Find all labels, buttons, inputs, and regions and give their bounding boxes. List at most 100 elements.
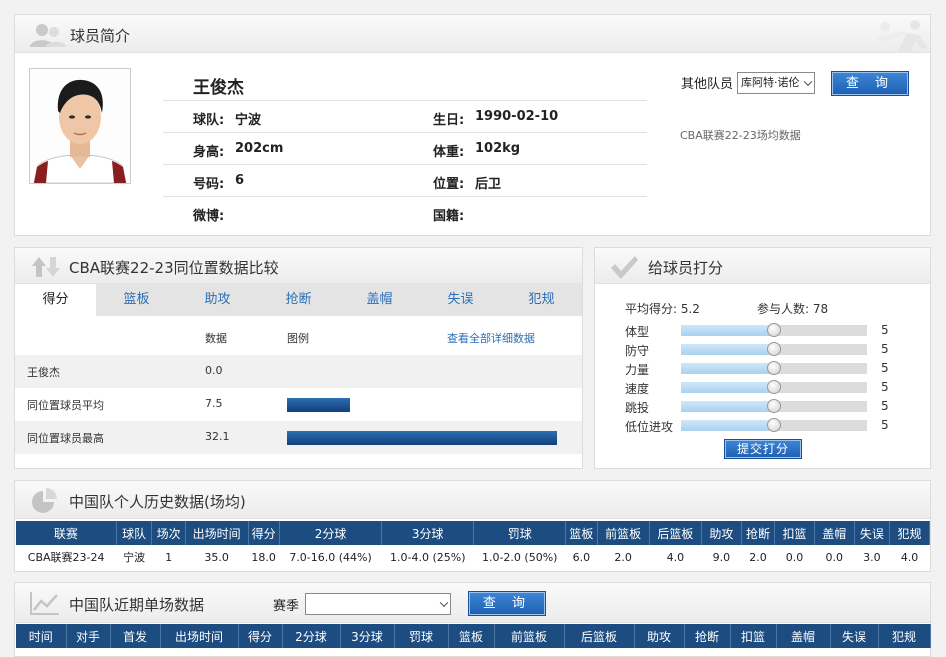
- position-value: 后卫: [475, 177, 502, 192]
- rating-label: 防守: [625, 344, 650, 358]
- slider-handle[interactable]: [767, 418, 781, 432]
- slider-handle[interactable]: [767, 399, 781, 413]
- recent-query-button[interactable]: 查 询: [468, 591, 546, 616]
- rating-label: 跳投: [625, 401, 650, 415]
- table-cell: 4.0: [900, 550, 919, 564]
- info-row: 球队: 宁波 生日: 1990-02-10: [163, 101, 647, 133]
- recent-col-header: 犯规: [878, 624, 931, 648]
- recent-col-header: 盖帽: [776, 624, 831, 648]
- history-col-header: 抢断: [741, 521, 776, 545]
- tab-fouls[interactable]: 犯规: [501, 284, 582, 316]
- table-cell: 7.0-16.0 (44%): [289, 550, 372, 564]
- recent-col-header: 首发: [110, 624, 161, 648]
- rating-row: 速度 5: [625, 378, 915, 396]
- tab-steals[interactable]: 抢断: [258, 284, 339, 316]
- compare-bar: [287, 431, 557, 445]
- rating-row: 力量 5: [625, 359, 915, 377]
- table-cell: 1: [165, 550, 173, 564]
- weibo-label: 微博:: [193, 209, 225, 224]
- rating-value: 5: [881, 342, 889, 356]
- other-players-label: 其他队员: [681, 77, 734, 92]
- user-group-icon: [30, 24, 66, 47]
- team-value: 宁波: [235, 113, 262, 128]
- tab-points[interactable]: 得分: [15, 284, 96, 316]
- player-name: 王俊杰: [193, 78, 244, 98]
- slider-handle[interactable]: [767, 361, 781, 375]
- history-col-header: 联赛: [16, 521, 117, 545]
- recent-col-header: 助攻: [634, 624, 685, 648]
- team-label: 球队:: [193, 113, 225, 128]
- recent-col-header: 失误: [830, 624, 879, 648]
- recent-col-header: 时间: [16, 624, 67, 648]
- history-table: 联赛 球队 场次 出场时间 得分 2分球 3分球 罚球 篮板 前篮板 后篮板 助攻 抢断 扣篮 盖帽 失误 犯规…: [16, 521, 930, 569]
- table-cell: 35.0: [204, 550, 229, 564]
- rating-slider[interactable]: [681, 361, 867, 375]
- history-col-header: 犯规: [889, 521, 930, 545]
- stat-tabs: 得分 篮板 助攻 抢断 盖帽 失误 犯规: [15, 284, 582, 316]
- recent-col-header: 2分球: [282, 624, 341, 648]
- rating-slider[interactable]: [681, 342, 867, 356]
- recent-col-header: 篮板: [448, 624, 495, 648]
- number-value: 6: [235, 173, 245, 188]
- rating-slider[interactable]: [681, 323, 867, 337]
- other-players-select[interactable]: 库阿特·诺伦: [737, 72, 815, 94]
- compare-bar: [287, 398, 350, 412]
- history-col-header: 场次: [151, 521, 186, 545]
- slider-handle[interactable]: [767, 323, 781, 337]
- top-strip: [0, 0, 946, 12]
- tab-turnovers[interactable]: 失误: [420, 284, 501, 316]
- table-cell: 宁波: [123, 551, 146, 564]
- season-label: 赛季: [273, 599, 300, 614]
- rating-label: 速度: [625, 382, 650, 396]
- avg-score: 平均得分: 5.2: [625, 302, 700, 316]
- rating-row: 体型 5: [625, 321, 915, 339]
- col-data-header: 数据: [205, 332, 227, 345]
- season-select[interactable]: [305, 593, 451, 615]
- table-cell: 4.0: [666, 550, 685, 564]
- rating-slider-fill: [681, 325, 774, 336]
- profile-panel: 球员简介 王俊杰 球队: 宁波 生日: 1990-02-10 身高: 202cm…: [14, 14, 931, 236]
- tab-rebounds[interactable]: 篮板: [96, 284, 177, 316]
- rating-slider[interactable]: [681, 380, 867, 394]
- submit-rating-button[interactable]: 提交打分: [724, 439, 802, 459]
- info-row: 身高: 202cm 体重: 102kg: [163, 133, 647, 165]
- history-col-header: 失误: [854, 521, 891, 545]
- pie-chart-icon: [32, 488, 57, 513]
- stats-note: CBA联赛22-23场均数据: [680, 129, 801, 142]
- history-col-header: 篮板: [565, 521, 598, 545]
- table-cell: 2.0: [749, 550, 767, 564]
- compare-panel: CBA联赛22-23同位置数据比较 得分 篮板 助攻 抢断 盖帽 失误 犯规 数…: [14, 247, 583, 469]
- recent-col-header: 罚球: [394, 624, 449, 648]
- tab-blocks[interactable]: 盖帽: [339, 284, 420, 316]
- rating-label: 力量: [625, 363, 650, 377]
- compare-row-name: 王俊杰: [27, 366, 60, 379]
- query-button[interactable]: 查 询: [831, 71, 909, 96]
- rating-slider-fill: [681, 363, 774, 374]
- compare-row-name: 同位置球员最高: [27, 432, 104, 445]
- recent-col-header: 3分球: [340, 624, 395, 648]
- rating-slider-fill: [681, 344, 774, 355]
- history-body: CBA联赛23-24 宁波 1 35.0 18.0 7.0-16.0 (44%) 1.0-4…: [16, 545, 930, 569]
- rating-slider[interactable]: [681, 418, 867, 432]
- slider-handle[interactable]: [767, 342, 781, 356]
- nationality-label: 国籍:: [433, 209, 465, 224]
- rating-value: 5: [881, 323, 889, 337]
- weight-label: 体重:: [433, 145, 465, 160]
- rating-header: 给球员打分: [595, 248, 930, 284]
- compare-row: 王俊杰 0.0: [15, 355, 582, 388]
- participants: 参与人数: 78: [757, 302, 829, 316]
- tab-assists[interactable]: 助攻: [177, 284, 258, 316]
- recent-col-header: 扣篮: [730, 624, 777, 648]
- rating-slider[interactable]: [681, 399, 867, 413]
- table-cell: 0.0: [825, 550, 843, 564]
- history-col-header: 后篮板: [649, 521, 703, 545]
- info-row: 号码: 6 位置: 后卫: [163, 165, 647, 197]
- detail-link[interactable]: 查看全部详细数据: [447, 330, 535, 346]
- birthday-label: 生日:: [433, 113, 465, 128]
- history-col-header: 得分: [248, 521, 280, 545]
- table-cell: 0.0: [785, 550, 804, 564]
- height-label: 身高:: [193, 145, 225, 160]
- history-col-header: 3分球: [381, 521, 475, 545]
- slider-handle[interactable]: [767, 380, 781, 394]
- profile-header: 球员简介: [15, 15, 930, 53]
